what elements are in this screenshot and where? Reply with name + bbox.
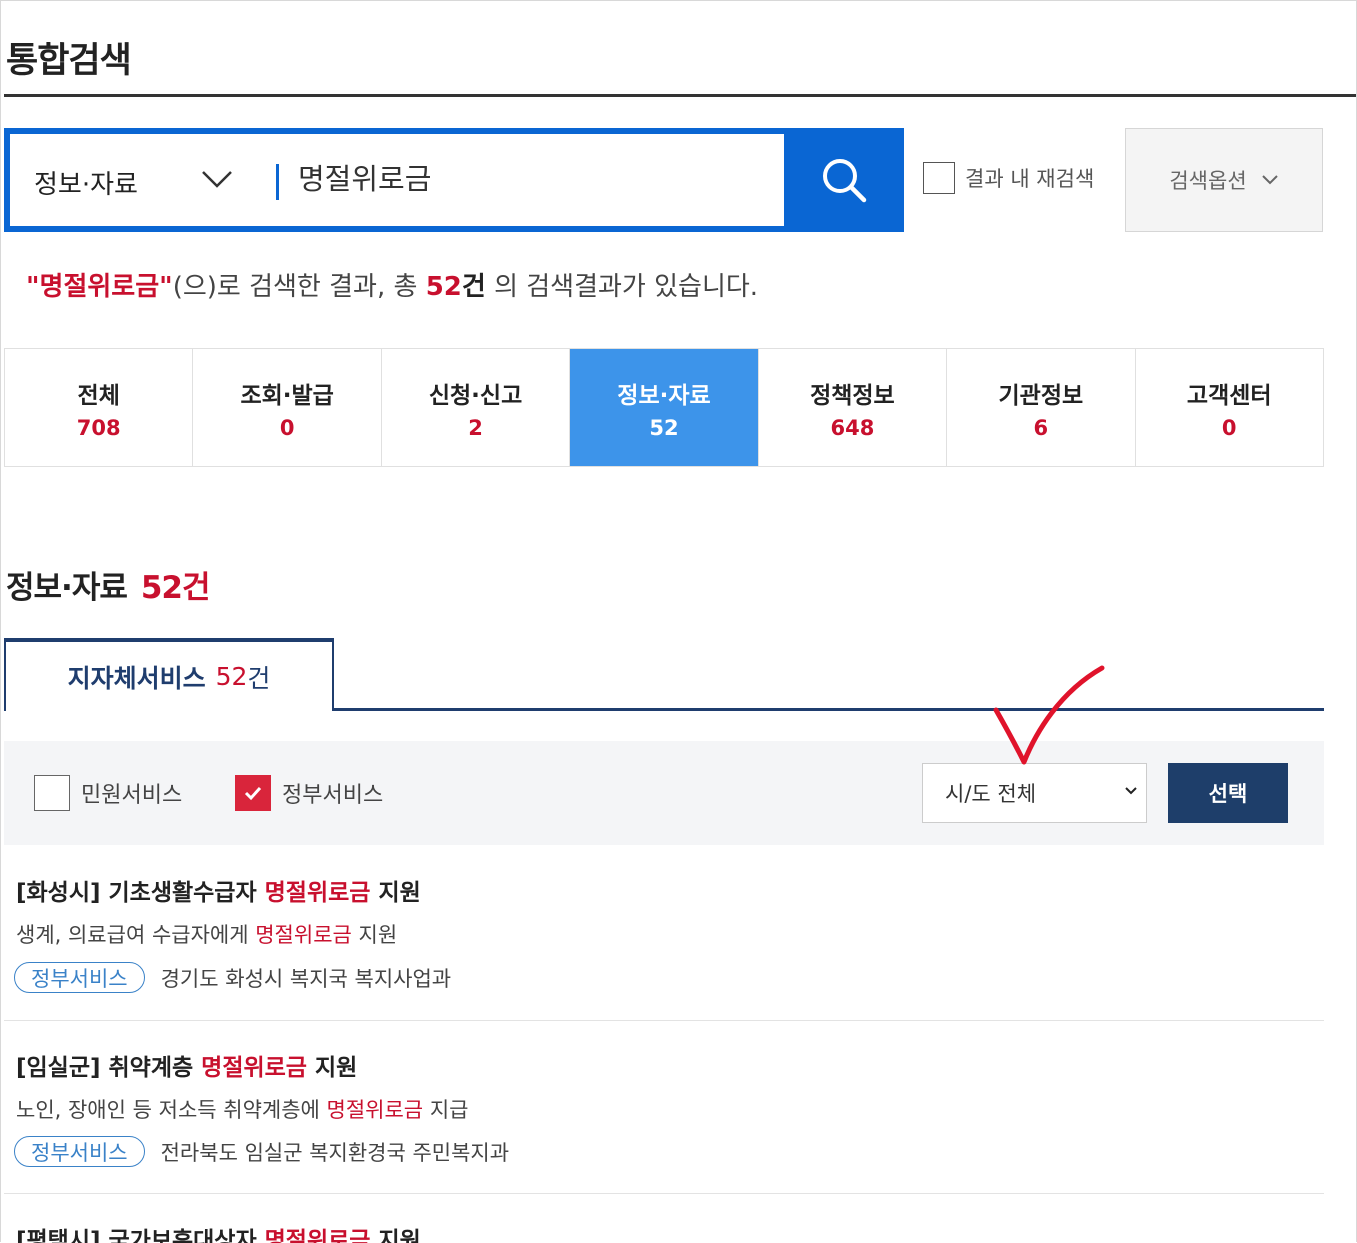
result-title-text: 지원	[370, 1228, 421, 1243]
result-description: 생계, 의료급여 수급자에게 명절위로금 지원	[16, 919, 397, 949]
summary-mid: (으)로 검색한 결과, 총	[172, 272, 418, 302]
section-title: 정보·자료	[6, 570, 128, 606]
tab-label: 정보·자료	[617, 382, 711, 409]
list-item: [평택시] 국가보훈대상자 명절위로금 지원	[4, 1195, 1324, 1243]
tab-apply-report[interactable]: 신청·신고 2	[382, 349, 571, 466]
search-icon	[823, 159, 867, 203]
tab-count: 0	[1221, 415, 1237, 440]
tab-customer-center[interactable]: 고객센터 0	[1136, 349, 1323, 466]
search-button[interactable]	[784, 128, 904, 232]
result-description: 노인, 장애인 등 저소득 취약계층에 명절위로금 지급	[16, 1094, 468, 1124]
civil-service-checkbox[interactable]	[34, 775, 70, 811]
result-title-text: [임실군] 취약계층	[16, 1055, 202, 1081]
result-title-highlight: 명절위로금	[264, 1228, 371, 1243]
result-desc-highlight: 명절위로금	[255, 923, 352, 947]
summary-count: 52	[425, 272, 462, 302]
filter-bar: 민원서비스 정부서비스 시/도 전체 선택	[4, 741, 1324, 845]
result-desc-text: 노인, 장애인 등 저소득 취약계층에	[16, 1098, 327, 1122]
search-bar: 정보·자료	[4, 128, 904, 232]
chevron-down-icon[interactable]	[200, 168, 234, 194]
research-label: 결과 내 재검색	[965, 167, 1095, 191]
result-title[interactable]: [임실군] 취약계층 명절위로금 지원	[16, 1048, 357, 1082]
gov-service-filter[interactable]: 정부서비스	[235, 775, 383, 811]
service-type-badge: 정부서비스	[14, 962, 145, 993]
summary-tail: 의 검색결과가 있습니다.	[494, 272, 759, 302]
tab-label: 신청·신고	[428, 382, 523, 409]
result-desc-text: 생계, 의료급여 수급자에게	[16, 923, 256, 947]
summary-unit: 건	[461, 272, 486, 302]
page-title: 통합검색	[6, 41, 132, 81]
search-category-select[interactable]: 정보·자료	[34, 164, 138, 201]
result-desc-text: 지급	[423, 1098, 469, 1122]
region-select[interactable]: 시/도 전체	[922, 763, 1147, 823]
list-item: [화성시] 기초생활수급자 명절위로금 지원 생계, 의료급여 수급자에게 명절…	[4, 845, 1324, 1021]
research-toggle[interactable]: 결과 내 재검색	[923, 162, 1094, 194]
result-title-highlight: 명절위로금	[264, 880, 371, 906]
tab-count: 0	[279, 415, 295, 440]
gov-service-checkbox[interactable]	[235, 775, 271, 811]
tab-agency-info[interactable]: 기관정보 6	[947, 349, 1136, 466]
tab-label: 정책정보	[810, 382, 895, 409]
result-divider	[4, 1193, 1324, 1194]
tab-label: 조회·발급	[240, 382, 334, 409]
sub-tab-unit: 건	[247, 663, 271, 693]
sub-tab-label: 지자체서비스	[67, 663, 206, 693]
sub-tab-divider	[334, 708, 1324, 711]
search-field-area: 정보·자료	[10, 134, 784, 226]
tab-policy-info[interactable]: 정책정보 648	[759, 349, 948, 466]
title-divider	[4, 94, 1356, 97]
tab-count: 2	[468, 415, 483, 440]
search-options-button[interactable]: 검색옵션	[1125, 128, 1323, 232]
chevron-down-icon	[1125, 787, 1137, 795]
chevron-down-icon	[1261, 175, 1278, 185]
list-item: [임실군] 취약계층 명절위로금 지원 노인, 장애인 등 저소득 취약계층에 …	[4, 1021, 1324, 1195]
result-title-text: [평택시] 국가보훈대상자	[16, 1228, 265, 1243]
summary-keyword: "명절위로금"	[26, 272, 173, 302]
tab-label: 기관정보	[998, 382, 1084, 409]
result-org: 전라북도 임실군 복지환경국 주민복지과	[160, 1140, 510, 1165]
civil-service-filter[interactable]: 민원서비스	[34, 775, 182, 811]
search-divider	[276, 164, 279, 200]
result-title[interactable]: [화성시] 기초생활수급자 명절위로금 지원	[16, 873, 421, 907]
civil-service-label: 민원서비스	[81, 783, 183, 808]
tab-count: 648	[830, 415, 875, 440]
result-org: 경기도 화성시 복지국 복지사업과	[160, 966, 452, 991]
tab-count: 52	[649, 415, 679, 440]
select-button[interactable]: 선택	[1168, 763, 1288, 823]
service-type-badge: 정부서비스	[14, 1136, 145, 1167]
tab-info-data[interactable]: 정보·자료 52	[570, 349, 759, 466]
search-options-label: 검색옵션	[1169, 169, 1247, 193]
result-title-text: 지원	[370, 880, 421, 906]
result-title-highlight: 명절위로금	[201, 1055, 307, 1081]
tab-count: 708	[76, 415, 121, 440]
tab-lookup-issue[interactable]: 조회·발급 0	[193, 349, 382, 466]
result-desc-highlight: 명절위로금	[326, 1098, 424, 1122]
result-title[interactable]: [평택시] 국가보훈대상자 명절위로금 지원	[16, 1221, 421, 1243]
result-meta: 정부서비스 경기도 화성시 복지국 복지사업과	[14, 962, 451, 993]
region-select-value: 시/도 전체	[945, 782, 1037, 806]
tab-count: 6	[1033, 415, 1049, 440]
checkmark-icon	[244, 786, 262, 801]
section-heading: 정보·자료 52건	[6, 562, 211, 607]
result-summary: "명절위로금"(으)로 검색한 결과, 총 52건 의 검색결과가 있습니다.	[26, 266, 758, 303]
result-title-text: [화성시] 기초생활수급자	[16, 880, 265, 906]
sub-tab-count: 52	[215, 662, 248, 691]
tab-label: 전체	[77, 382, 120, 409]
tab-all[interactable]: 전체 708	[5, 349, 194, 466]
section-count: 52건	[140, 570, 211, 606]
tab-local-gov-service[interactable]: 지자체서비스 52 건	[4, 638, 334, 711]
result-meta: 정부서비스 전라북도 임실군 복지환경국 주민복지과	[14, 1136, 509, 1167]
gov-service-label: 정부서비스	[282, 783, 384, 808]
research-checkbox[interactable]	[923, 162, 955, 194]
result-title-text: 지원	[306, 1055, 358, 1081]
tab-label: 고객센터	[1186, 382, 1272, 409]
result-desc-text: 지원	[351, 923, 398, 947]
search-input[interactable]	[298, 160, 758, 194]
category-tabs: 전체 708 조회·발급 0 신청·신고 2 정보·자료 52 정책정보 648…	[4, 348, 1324, 467]
